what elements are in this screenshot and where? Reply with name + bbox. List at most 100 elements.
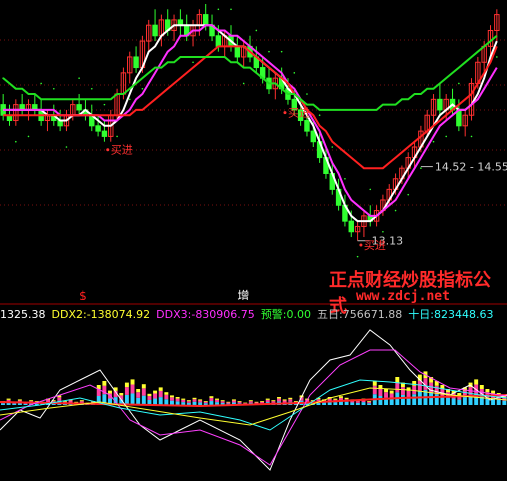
volume-bar: [192, 399, 197, 402]
volume-bar: [124, 382, 129, 388]
volume-bar: [175, 397, 180, 399]
volume-bar: [237, 401, 242, 402]
volume-bar: [170, 395, 174, 398]
volume-bar: [136, 392, 141, 398]
volume-bar: [457, 399, 462, 405]
volume-bar: [462, 397, 467, 405]
volume-bar: [254, 401, 259, 403]
indicator-legend: 1325.38 DDX2:-138074.92 DDX3:-830906.75 预警:…: [0, 306, 499, 321]
volume-bar: [181, 402, 186, 405]
volume-bar: [46, 399, 51, 403]
legend-value: -138074.92: [86, 308, 151, 321]
volume-bar: [361, 402, 366, 405]
legend-label: 十日:: [408, 308, 434, 321]
volume-bar: [372, 381, 377, 386]
volume-bar: [231, 399, 236, 401]
volume-bar: [124, 394, 129, 405]
volume-bar: [74, 401, 79, 403]
volume-bar: [429, 392, 434, 405]
volume-bar: [164, 394, 169, 400]
volume-bar: [215, 399, 220, 403]
volume-bar: [102, 381, 107, 386]
volume-bar: [192, 401, 197, 405]
volume-bar: [260, 401, 265, 404]
volume-bar: [288, 399, 293, 402]
legend-item: 1325.38: [0, 308, 46, 321]
volume-bar: [389, 390, 394, 394]
volume-bar: [153, 393, 158, 399]
volume-bar: [457, 393, 462, 396]
volume-bar: [485, 389, 490, 393]
volume-bar: [293, 401, 298, 402]
volume-bar: [479, 385, 484, 389]
volume-bar: [265, 399, 270, 403]
volume-bar: [170, 397, 174, 401]
volume-bar: [237, 401, 242, 404]
volume-bar: [108, 390, 112, 394]
volume-bar: [147, 393, 152, 397]
volume-bar: [344, 401, 349, 405]
volume-bar: [220, 400, 225, 402]
volume-bar: [378, 389, 383, 396]
volume-bar: [119, 393, 124, 396]
volume-bar: [384, 392, 389, 398]
volume-bar: [203, 401, 208, 402]
volume-bar: [355, 402, 360, 405]
legend-item: DDX2:-138074.92: [52, 308, 151, 321]
volume-bar: [203, 403, 208, 405]
stock-chart-window: 14.52 - 14.55 13.13 买进 买进 买进 $ 增 正点财经炒股指标公式 ww…: [0, 0, 507, 481]
volume-bar: [203, 401, 208, 404]
legend-label: DDX3:: [156, 308, 192, 321]
volume-bar: [12, 403, 17, 405]
legend-label: 1325.38: [0, 308, 46, 321]
volume-bar: [344, 397, 349, 400]
volume-bar: [271, 401, 276, 403]
volume-bar: [57, 397, 62, 401]
volume-bar: [406, 390, 411, 398]
volume-bar: [29, 400, 34, 402]
volume-bar: [34, 401, 39, 402]
volume-bar: [395, 377, 400, 383]
volume-bar: [417, 380, 422, 392]
volume-bar: [378, 396, 383, 405]
volume-bar: [130, 384, 135, 394]
volume-bar: [474, 379, 479, 385]
volume-bar: [248, 400, 253, 402]
volume-bar: [260, 401, 265, 402]
legend-label: 预警:: [260, 308, 287, 321]
volume-bar: [209, 397, 214, 402]
volume-bar: [339, 396, 343, 398]
volume-bar: [192, 397, 197, 400]
ddx3-line: [0, 349, 507, 466]
volume-bar: [395, 382, 400, 393]
volume-bar: [226, 402, 231, 404]
volume-bar: [355, 401, 360, 403]
volume-bar: [130, 393, 135, 405]
legend-value: 756671.88: [342, 308, 403, 321]
volume-bar: [277, 397, 281, 399]
volume-bar: [496, 399, 501, 405]
volume-bar: [243, 402, 248, 404]
volume-bar: [271, 400, 276, 402]
volume-bar: [209, 396, 214, 398]
legend-item: DDX3:-830906.75: [156, 308, 255, 321]
volume-bar: [153, 398, 158, 405]
volume-bar: [198, 399, 203, 401]
volume-bar: [491, 390, 496, 394]
volume-bar: [367, 401, 372, 402]
volume-bar: [158, 390, 163, 398]
volume-bar: [23, 403, 28, 405]
volume-bar: [333, 398, 338, 400]
volume-bar: [400, 387, 405, 395]
volume-bar: [147, 396, 152, 400]
volume-bar: [181, 399, 186, 403]
volume-bar: [141, 395, 146, 405]
volume-bar: [170, 400, 174, 405]
volume-bar: [502, 400, 507, 405]
volume-bar: [350, 402, 355, 405]
volume-bar: [124, 387, 129, 395]
indicator-panel: [0, 303, 507, 471]
volume-bar: [186, 401, 191, 403]
volume-bar: [79, 400, 84, 402]
volume-bar: [158, 397, 163, 405]
